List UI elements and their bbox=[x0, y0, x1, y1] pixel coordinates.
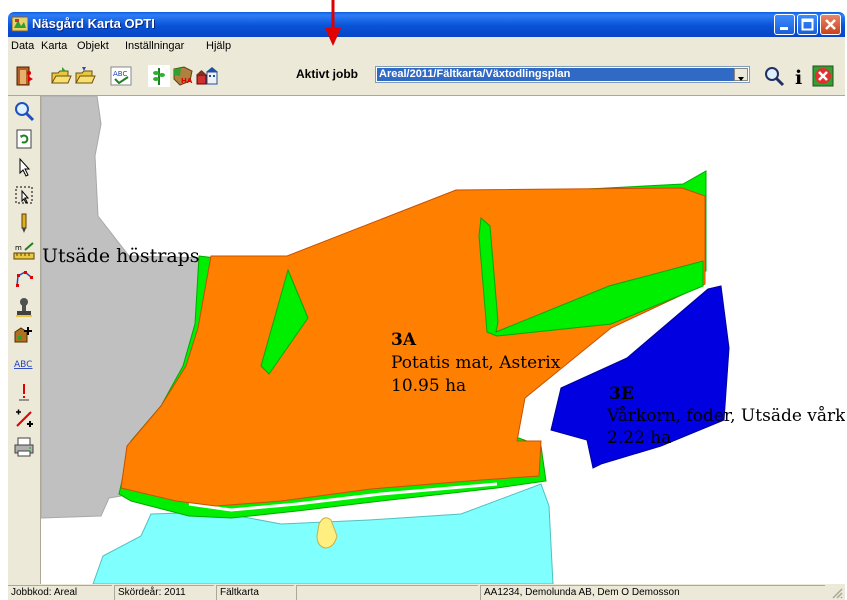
maximize-icon bbox=[801, 18, 814, 31]
label-utsade-hostraps: Utsäde höstraps bbox=[42, 245, 200, 267]
save-folder-icon[interactable] bbox=[74, 65, 96, 87]
label-3e-crop: Vårkorn, foder, Utsäde vårkorn bbox=[607, 406, 845, 426]
resize-grip-icon[interactable] bbox=[831, 587, 843, 599]
field-area-ha-icon[interactable]: HA bbox=[172, 65, 194, 87]
select-area-icon[interactable] bbox=[13, 184, 35, 206]
farm-buildings-icon[interactable] bbox=[196, 65, 218, 87]
spellcheck-abc-icon[interactable]: ABC bbox=[110, 65, 132, 87]
svg-text:HA: HA bbox=[181, 77, 193, 85]
zoom-magnifier-icon[interactable] bbox=[763, 65, 785, 87]
menu-installningar[interactable]: Inställningar bbox=[125, 40, 184, 52]
menu-karta[interactable]: Karta bbox=[41, 40, 67, 52]
stamp-icon[interactable] bbox=[13, 296, 35, 318]
window-title: Näsgård Karta OPTI bbox=[32, 16, 155, 31]
status-layer: Fältkarta bbox=[216, 585, 294, 600]
maximize-button[interactable] bbox=[797, 14, 818, 35]
text-abc-icon[interactable]: ABC bbox=[13, 352, 35, 374]
printer-icon[interactable] bbox=[13, 436, 35, 458]
status-jobbkod: Jobbkod: Areal bbox=[8, 585, 112, 600]
menu-objekt[interactable]: Objekt bbox=[77, 40, 109, 52]
label-3a-area: 10.95 ha bbox=[391, 376, 467, 396]
refresh-page-icon[interactable] bbox=[13, 128, 35, 150]
open-folder-icon[interactable] bbox=[50, 65, 72, 87]
status-bar: Jobbkod: Areal Skördeår: 2011 Fältkarta … bbox=[8, 584, 845, 600]
main-toolbar: ABC HA Aktivt jobb Areal/2011/Fältkarta/… bbox=[8, 55, 845, 96]
label-3e-id: 3E bbox=[609, 384, 634, 404]
left-toolbar: m ABC bbox=[8, 96, 41, 584]
menu-bar: Data Karta Objekt Inställningar Hjälp bbox=[8, 37, 845, 55]
map-canvas[interactable]: Utsäde höstraps 3A Potatis mat, Asterix … bbox=[41, 96, 845, 584]
exit-map-icon[interactable] bbox=[812, 65, 834, 87]
exit-door-icon[interactable] bbox=[14, 65, 36, 87]
svg-text:m: m bbox=[15, 244, 22, 252]
status-skordear: Skördeår: 2011 bbox=[114, 585, 214, 600]
crop-plant-icon[interactable] bbox=[148, 65, 170, 87]
menu-hjalp[interactable]: Hjälp bbox=[206, 40, 231, 52]
pencil-icon[interactable] bbox=[13, 212, 35, 234]
polyline-nodes-icon[interactable] bbox=[13, 268, 35, 290]
svg-text:ABC: ABC bbox=[113, 70, 127, 78]
label-3e-area: 2.22 ha bbox=[607, 428, 672, 448]
svg-text:i: i bbox=[795, 67, 802, 87]
chevron-down-icon bbox=[738, 77, 744, 81]
minimize-button[interactable] bbox=[774, 14, 795, 35]
dropdown-button[interactable] bbox=[734, 68, 748, 81]
select-arrow-icon[interactable] bbox=[13, 156, 35, 178]
title-bar: Näsgård Karta OPTI bbox=[8, 12, 845, 37]
annotation-arrow-icon bbox=[325, 0, 341, 46]
close-icon bbox=[825, 19, 836, 30]
status-empty bbox=[296, 585, 478, 600]
svg-text:ABC: ABC bbox=[14, 360, 32, 370]
zoom-icon[interactable] bbox=[13, 100, 35, 122]
add-object-icon[interactable] bbox=[13, 324, 35, 346]
app-map-icon bbox=[12, 16, 28, 32]
warning-marker-icon[interactable] bbox=[13, 380, 35, 402]
close-button[interactable] bbox=[820, 14, 841, 35]
active-job-label: Aktivt jobb bbox=[296, 67, 358, 81]
label-3a-crop: Potatis mat, Asterix bbox=[391, 353, 561, 373]
measure-ruler-icon[interactable]: m bbox=[13, 240, 35, 262]
map-drawing bbox=[41, 96, 730, 584]
label-3a-id: 3A bbox=[391, 330, 417, 350]
divide-add-icon[interactable] bbox=[13, 408, 35, 430]
menu-data[interactable]: Data bbox=[11, 40, 34, 52]
active-job-value: Areal/2011/Fältkarta/Växtodlingsplan bbox=[377, 68, 734, 81]
active-job-select[interactable]: Areal/2011/Fältkarta/Växtodlingsplan bbox=[375, 66, 750, 83]
info-icon[interactable]: i bbox=[789, 65, 811, 87]
status-owner: AA1234, Demolunda AB, Dem O Demosson bbox=[480, 585, 825, 600]
minimize-icon bbox=[780, 27, 788, 30]
